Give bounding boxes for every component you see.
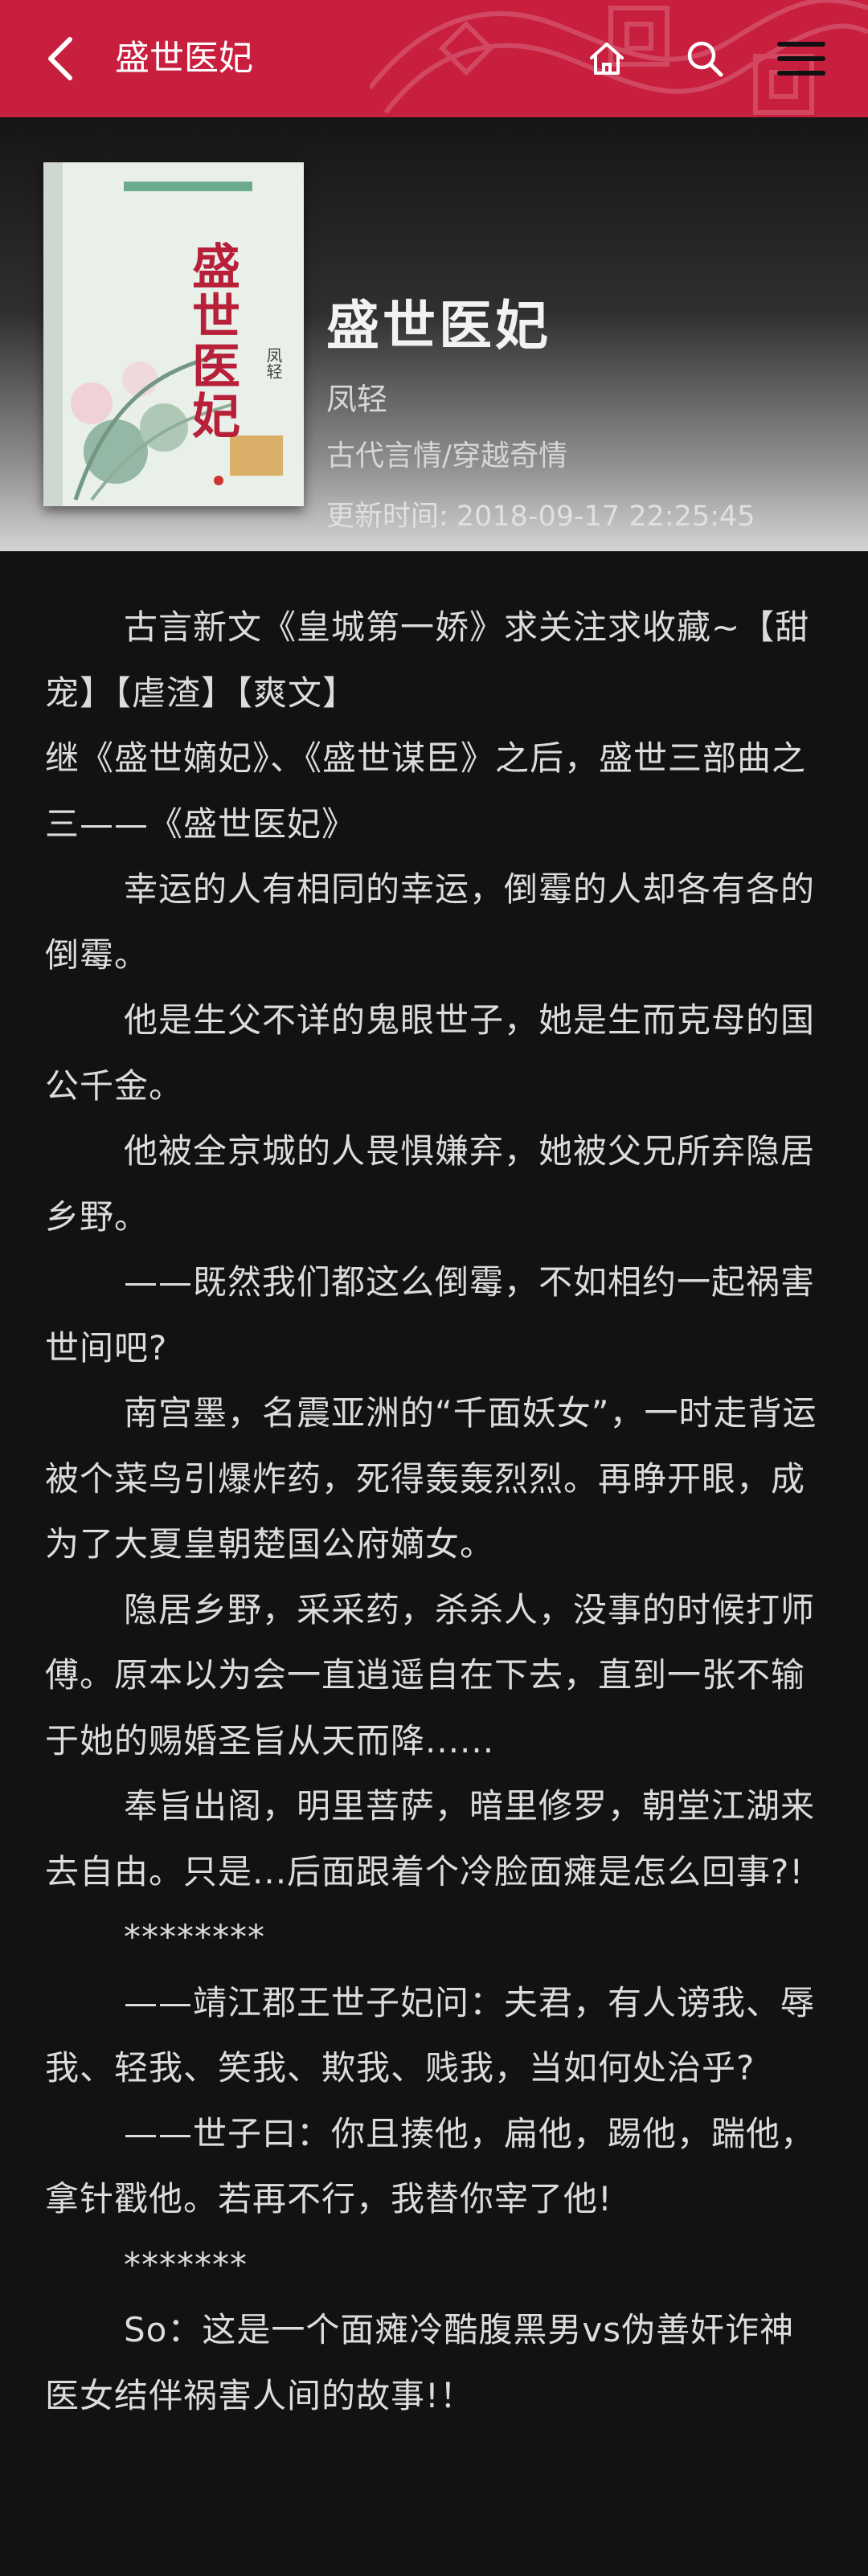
update-time: 更新时间: 2018-09-17 22:25:45 [326,493,755,534]
book-category[interactable]: 古代言情/穿越奇情 [326,432,567,474]
book-cover-image[interactable]: 凤轻 盛世医妃 [43,162,304,506]
description-paragraph: ******* [124,2244,248,2284]
search-button[interactable] [677,31,733,87]
home-icon [590,43,624,75]
book-info-panel: 凤轻 盛世医妃 盛世医妃 凤轻 古代言情/穿越奇情 更新时间: 2018-09-1… [0,117,868,551]
svg-text:凤轻: 凤轻 [264,347,283,379]
menu-button[interactable] [773,31,829,87]
description-paragraph: ——既然我们都这么倒霉，不如相约一起祸害世间吧? [45,1262,816,1368]
description-paragraph: 继《盛世嫡妃》、《盛世谋臣》之后，盛世三部曲之三——《盛世医妃》 [45,738,807,844]
description-paragraph: So：这是一个面瘫冷酷腹黑男vs伪善奸诈神医女结伴祸害人间的故事!！ [45,2310,795,2415]
description-paragraph: 幸运的人有相同的幸运，倒霉的人却各有各的倒霉。 [45,869,816,975]
description-paragraph: ******** [124,1917,265,1957]
description-paragraph: 南宫墨，名震亚洲的“千面妖女”，一时走背运被个菜鸟引爆炸药，死得轰轰烈烈。再睁开… [45,1393,817,1564]
header-title: 盛世医妃 [115,39,253,79]
book-author[interactable]: 凤轻 [326,374,387,419]
description-paragraph: ——世子曰：你且揍他，扁他，踢他，踹他，拿针戳他。若再不行，我替你宰了他! [45,2113,816,2219]
update-time-label: 更新时间: [326,501,448,533]
book-title: 盛世医妃 [326,295,551,357]
back-arrow-icon [48,37,72,80]
cover-illustration: 凤轻 [43,162,304,506]
book-description: 古言新文《皇城第一娇》求关注求收藏~【甜宠】【虐渣】【爽文】 继《盛世嫡妃》、《盛… [0,551,868,2428]
description-paragraph: 隐居乡野，采采药，杀杀人，没事的时候打师傅。原本以为会一直逍遥自在下去，直到一张… [45,1589,816,1760]
search-icon [687,41,723,77]
description-paragraph: 他被全京城的人畏惧嫌弃，她被父兄所弃隐居乡野。 [45,1131,816,1237]
description-paragraph: 古言新文《皇城第一娇》求关注求收藏~【甜宠】【虐渣】【爽文】 [45,607,810,713]
home-button[interactable] [579,31,635,87]
description-paragraph: ——靖江郡王世子妃问：夫君，有人谤我、辱我、轻我、笑我、欺我、贱我，当如何处治乎… [45,1982,816,2088]
top-app-bar: 盛世医妃 [0,0,868,117]
cover-title: 盛世医妃 [192,239,240,445]
back-button[interactable] [32,31,88,87]
description-paragraph: 奉旨出阁，明里菩萨，暗里修罗，朝堂江湖来去自由。只是...后面跟着个冷脸面瘫是怎… [45,1786,816,1891]
description-paragraph: 他是生父不详的鬼眼世子，她是生而克母的国公千金。 [45,1000,816,1106]
hamburger-menu-icon [777,42,825,76]
update-time-value: 2018-09-17 22:25:45 [456,501,755,533]
